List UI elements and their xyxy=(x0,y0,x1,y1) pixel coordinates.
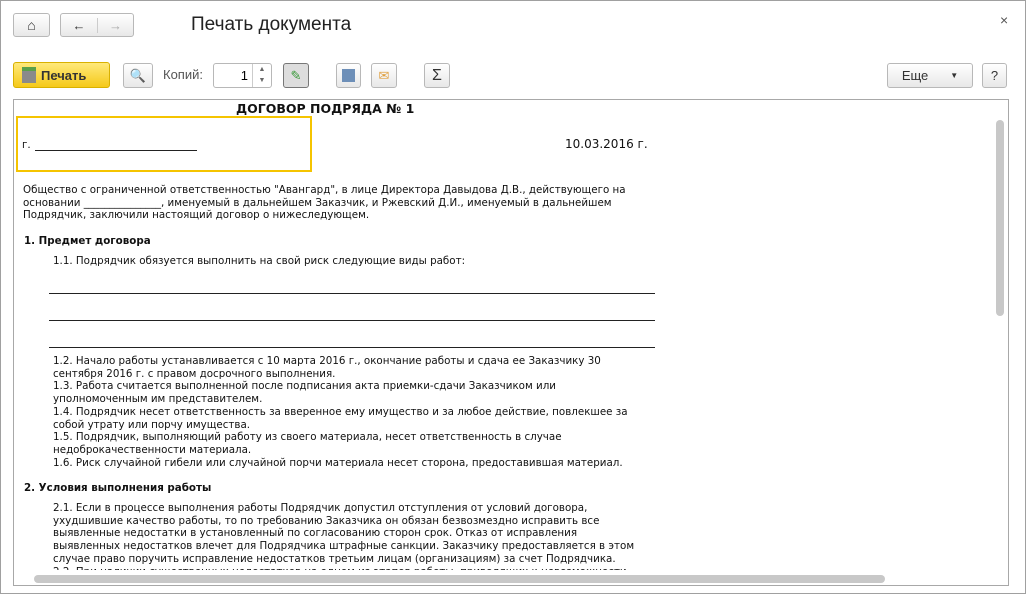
copies-value[interactable]: 1 xyxy=(241,68,248,83)
clause-line: выявленные недостатки в установленный по… xyxy=(53,527,578,540)
window-title: Печать документа xyxy=(191,14,352,35)
clause-line: ухудшившие качество работы, то по требов… xyxy=(53,514,600,527)
document-title: ДОГОВОР ПОДРЯДА № 1 xyxy=(236,101,415,116)
vertical-scrollbar[interactable] xyxy=(992,100,1008,570)
intro-line: Подрядчик, заключили настоящий договор о… xyxy=(23,209,370,222)
forward-button[interactable]: → xyxy=(98,18,133,33)
horizontal-scrollbar[interactable] xyxy=(14,570,1008,585)
document-date: 10.03.2016 г. xyxy=(565,137,648,151)
selected-cell[interactable] xyxy=(16,116,312,172)
clause-line: сентября 2016 г. с правом досрочного вып… xyxy=(53,367,336,380)
clause-line: выявленных недостатков влечет для Подряд… xyxy=(53,540,635,553)
home-icon: ⌂ xyxy=(27,17,36,33)
home-button[interactable]: ⌂ xyxy=(13,13,50,37)
blank-line xyxy=(49,293,655,294)
sum-button[interactable]: Σ xyxy=(424,63,450,88)
clause-line: случае право поручить исправление недост… xyxy=(53,552,616,565)
save-button[interactable] xyxy=(336,63,361,88)
copies-stepper[interactable]: 1 ▲ ▼ xyxy=(213,63,272,88)
back-button[interactable]: ← xyxy=(61,17,98,33)
stepper-arrows[interactable]: ▲ ▼ xyxy=(252,64,271,87)
magnifier-page-icon: 🔍 xyxy=(129,67,147,83)
clause-line: 1.2. Начало работы устанавливается с 10 … xyxy=(53,355,601,367)
nav-buttons: ← → xyxy=(60,13,134,37)
send-email-button[interactable]: ✉ xyxy=(371,63,397,88)
close-icon[interactable]: × xyxy=(1000,12,1008,28)
section-1-clauses: 1.2. Начало работы устанавливается с 10 … xyxy=(53,355,628,469)
more-button[interactable]: Еще ▼ xyxy=(887,63,973,88)
clause-line: 1.3. Работа считается выполненной после … xyxy=(53,380,556,393)
copies-label: Копий: xyxy=(163,67,203,82)
floppy-icon xyxy=(342,69,355,82)
clause-line: уполномоченным им представителем. xyxy=(53,393,263,406)
clause-1-1: 1.1. Подрядчик обязуется выполнить на св… xyxy=(53,255,466,267)
intro-line: основании _______________, именуемый в д… xyxy=(23,196,612,209)
clause-line: 1.6. Риск случайной гибели или случайной… xyxy=(53,456,623,469)
edit-table-toggle[interactable]: ✎ xyxy=(283,63,309,88)
print-label: Печать xyxy=(41,67,87,83)
clause-line: недоброкачественности материала. xyxy=(53,443,252,456)
city-blank-line xyxy=(35,150,197,151)
vertical-scroll-thumb[interactable] xyxy=(996,120,1004,316)
city-prefix: г. xyxy=(22,139,31,151)
printer-icon xyxy=(22,67,36,83)
clause-line: собой утрату или порчу имущества. xyxy=(53,418,251,431)
intro-line: Общество с ограниченной ответственностью… xyxy=(23,184,626,196)
document-view[interactable]: ДОГОВОР ПОДРЯДА № 1 г. 10.03.2016 г. Общ… xyxy=(13,99,1009,586)
blank-line xyxy=(49,347,655,348)
section-2-clauses: 2.1. Если в процессе выполнения работы П… xyxy=(53,502,634,578)
clause-line: 2.1. Если в процессе выполнения работы П… xyxy=(53,502,588,514)
section-2-heading: 2. Условия выполнения работы xyxy=(24,482,212,494)
horizontal-scroll-thumb[interactable] xyxy=(34,575,885,583)
preview-button[interactable]: 🔍 xyxy=(123,63,153,88)
chevron-down-icon: ▼ xyxy=(950,71,959,80)
blank-line xyxy=(49,320,655,321)
clause-line: 1.5. Подрядчик, выполняющий работу из св… xyxy=(53,431,562,444)
sigma-icon: Σ xyxy=(432,66,442,84)
help-button[interactable]: ? xyxy=(982,63,1007,88)
intro-paragraph: Общество с ограниченной ответственностью… xyxy=(23,184,626,222)
section-1-heading: 1. Предмет договора xyxy=(24,235,151,247)
clause-line: 1.4. Подрядчик несет ответственность за … xyxy=(53,405,628,418)
envelope-icon: ✉ xyxy=(378,67,390,83)
more-label: Еще xyxy=(901,68,929,83)
print-button[interactable]: Печать xyxy=(13,62,110,88)
edit-table-icon: ✎ xyxy=(290,67,302,83)
